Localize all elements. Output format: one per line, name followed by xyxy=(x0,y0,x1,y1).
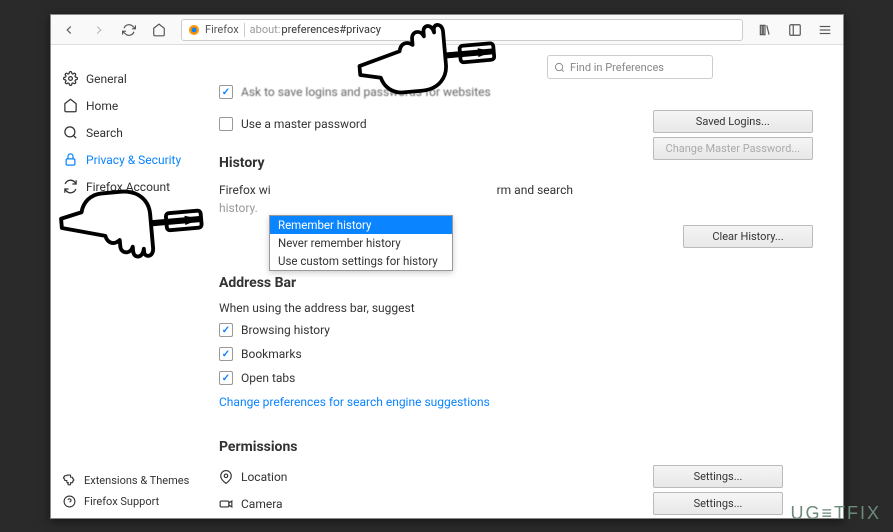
camera-settings-button[interactable]: Settings... xyxy=(653,492,783,515)
permissions-section-title: Permissions xyxy=(219,439,813,455)
home-button[interactable] xyxy=(147,18,171,42)
sync-icon xyxy=(63,179,78,194)
dropdown-option-remember[interactable]: Remember history xyxy=(270,216,452,234)
sidebar-item-extensions[interactable]: Extensions & Themes xyxy=(51,470,209,491)
suggest-browsing-history-label: Browsing history xyxy=(241,323,330,337)
lock-icon xyxy=(63,152,78,167)
dropdown-option-custom[interactable]: Use custom settings for history xyxy=(270,252,452,270)
permission-location-label: Location xyxy=(241,470,287,484)
preferences-sidebar: General Home Search Privacy & Security F… xyxy=(51,45,209,518)
gear-icon xyxy=(63,71,78,86)
ask-save-logins-label: Ask to save logins and passwords for web… xyxy=(241,85,491,99)
suggest-bookmarks-label: Bookmarks xyxy=(241,347,302,361)
sidebar-item-label: General xyxy=(86,72,127,86)
sidebar-item-general[interactable]: General xyxy=(51,65,209,92)
addr-path: preferences#privacy xyxy=(281,23,381,36)
search-icon xyxy=(554,62,565,73)
watermark: UG≡TFIX xyxy=(791,503,882,524)
suggest-opentabs-checkbox[interactable] xyxy=(219,371,233,385)
history-remember-text: Firefox wi rm and search history. xyxy=(219,181,813,217)
master-password-label: Use a master password xyxy=(241,117,367,131)
menu-button[interactable] xyxy=(813,18,837,42)
help-icon xyxy=(63,495,76,508)
preferences-main: Find in Preferences Exceptions... Saved … xyxy=(209,45,843,518)
addressbar-desc: When using the address bar, suggest xyxy=(219,301,813,315)
library-button[interactable] xyxy=(753,18,777,42)
permission-camera-label: Camera xyxy=(241,497,283,511)
sidebar-item-search[interactable]: Search xyxy=(51,119,209,146)
browser-toolbar: Firefox about:preferences#privacy xyxy=(51,15,843,45)
address-bar[interactable]: Firefox about:preferences#privacy xyxy=(181,19,743,41)
home-icon xyxy=(63,98,78,113)
search-icon xyxy=(63,125,78,140)
puzzle-icon xyxy=(63,474,76,487)
suggest-opentabs-label: Open tabs xyxy=(241,371,295,385)
find-preferences-input[interactable]: Find in Preferences xyxy=(547,55,713,79)
suggest-browsing-history-checkbox[interactable] xyxy=(219,323,233,337)
suggest-bookmarks-checkbox[interactable] xyxy=(219,347,233,361)
sidebar-item-label: Extensions & Themes xyxy=(84,474,189,487)
clear-history-button[interactable]: Clear History... xyxy=(683,225,813,248)
location-icon xyxy=(219,470,233,484)
reload-button[interactable] xyxy=(117,18,141,42)
sidebar-item-label: Home xyxy=(86,99,118,113)
sidebar-button[interactable] xyxy=(783,18,807,42)
sidebar-item-label: Search xyxy=(86,126,123,140)
sidebar-item-support[interactable]: Firefox Support xyxy=(51,491,209,512)
sidebar-item-label: Firefox Support xyxy=(84,495,159,508)
sidebar-item-home[interactable]: Home xyxy=(51,92,209,119)
addr-prefix: about: xyxy=(250,23,281,36)
forward-button[interactable] xyxy=(87,18,111,42)
master-password-checkbox[interactable] xyxy=(219,117,233,131)
ask-save-logins-checkbox[interactable] xyxy=(219,85,233,99)
location-settings-button[interactable]: Settings... xyxy=(653,465,783,488)
sidebar-item-label: Privacy & Security xyxy=(86,153,181,167)
search-engine-prefs-link[interactable]: Change preferences for search engine sug… xyxy=(219,395,813,409)
change-master-password-button: Change Master Password... xyxy=(653,137,813,160)
sidebar-item-label: Firefox Account xyxy=(86,180,170,194)
firefox-icon xyxy=(188,24,200,36)
back-button[interactable] xyxy=(57,18,81,42)
camera-icon xyxy=(219,497,233,511)
sidebar-item-privacy[interactable]: Privacy & Security xyxy=(51,146,209,173)
sidebar-item-account[interactable]: Firefox Account xyxy=(51,173,209,200)
dropdown-option-never[interactable]: Never remember history xyxy=(270,234,452,252)
saved-logins-button[interactable]: Saved Logins... xyxy=(653,110,813,133)
addr-product: Firefox xyxy=(205,23,239,36)
addressbar-section-title: Address Bar xyxy=(219,275,813,291)
search-placeholder: Find in Preferences xyxy=(570,61,664,74)
history-mode-dropdown[interactable]: Remember history Never remember history … xyxy=(269,215,453,271)
